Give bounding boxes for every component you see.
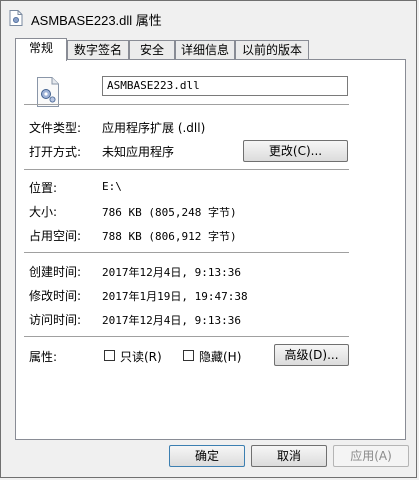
tab-previous-versions[interactable]: 以前的版本: [235, 40, 309, 59]
size-on-disk-value: 788 KB (806,912 字节): [102, 230, 237, 243]
size-label: 大小:: [29, 205, 58, 219]
general-panel: ASMBASE223.dll 文件类型: 应用程序扩展 (.dll) 打开方式:…: [15, 59, 406, 440]
separator: [24, 252, 349, 253]
title-bar[interactable]: ASMBASE223.dll 属性: [1, 1, 416, 35]
file-name-field[interactable]: ASMBASE223.dll: [102, 76, 348, 96]
created-label: 创建时间:: [29, 265, 82, 279]
dll-file-icon: [9, 10, 23, 26]
ok-button[interactable]: 确定: [169, 445, 245, 467]
hidden-checkbox[interactable]: [183, 350, 194, 361]
tab-security[interactable]: 安全: [129, 40, 175, 59]
accessed-value: 2017年12月4日, 9:13:36: [102, 314, 241, 327]
accessed-label: 访问时间:: [29, 313, 82, 327]
modified-value: 2017年1月19日, 19:47:38: [102, 290, 248, 303]
apply-button[interactable]: 应用(A): [333, 445, 409, 467]
file-type-value: 应用程序扩展 (.dll): [102, 121, 206, 135]
properties-dialog: ASMBASE223.dll 属性 常规 数字签名 安全 详细信息 以前的版本 …: [0, 0, 417, 478]
advanced-button[interactable]: 高级(D)...: [274, 344, 349, 366]
separator: [24, 104, 349, 105]
created-value: 2017年12月4日, 9:13:36: [102, 266, 241, 279]
tab-general[interactable]: 常规: [15, 38, 67, 61]
modified-label: 修改时间:: [29, 289, 82, 303]
opens-with-value: 未知应用程序: [102, 145, 175, 159]
cancel-button[interactable]: 取消: [251, 445, 327, 467]
window-title: ASMBASE223.dll 属性: [31, 13, 162, 28]
change-button[interactable]: 更改(C)...: [243, 140, 348, 162]
location-value: E:\: [102, 180, 122, 193]
hidden-label[interactable]: 隐藏(H): [199, 348, 241, 365]
tab-details[interactable]: 详细信息: [175, 40, 235, 59]
attributes-label: 属性:: [29, 350, 58, 364]
file-type-label: 文件类型:: [29, 121, 82, 135]
separator: [24, 169, 349, 170]
tab-digital-signatures[interactable]: 数字签名: [67, 40, 129, 59]
location-label: 位置:: [29, 181, 58, 195]
separator: [24, 336, 349, 337]
readonly-label[interactable]: 只读(R): [120, 348, 162, 365]
opens-with-label: 打开方式:: [29, 145, 82, 159]
readonly-checkbox[interactable]: [104, 350, 115, 361]
size-value: 786 KB (805,248 字节): [102, 206, 237, 219]
size-on-disk-label: 占用空间:: [29, 229, 82, 243]
file-type-icon: [36, 77, 60, 107]
tab-strip: 常规 数字签名 安全 详细信息 以前的版本: [15, 38, 405, 61]
